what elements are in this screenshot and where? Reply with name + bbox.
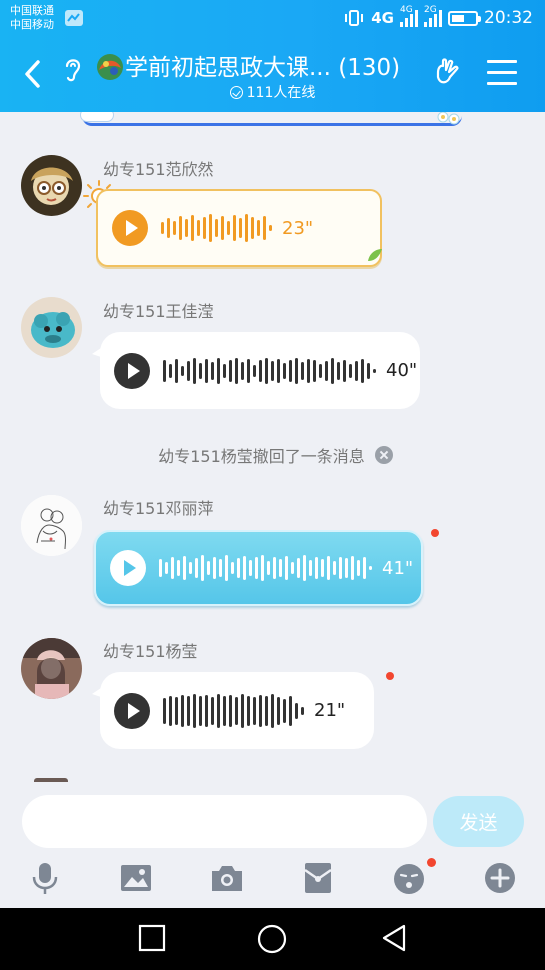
flower-decoration	[437, 112, 460, 125]
voice-duration: 40"	[386, 360, 418, 381]
recent-apps-icon[interactable]	[138, 924, 166, 952]
avatar-image	[21, 297, 82, 358]
voice-message-bubble[interactable]: 23"	[96, 189, 382, 267]
voice-message-bubble[interactable]: 40"	[92, 332, 420, 409]
waveform	[163, 356, 376, 386]
back-icon[interactable]	[380, 924, 408, 952]
waveform	[163, 693, 304, 728]
member-count: (130)	[338, 55, 401, 81]
status-bar: 中国联通 中国移动 4G 4G 2G 20:32	[0, 0, 545, 38]
sender-name: 幼专151邓丽萍	[103, 499, 214, 518]
camera-icon[interactable]	[209, 860, 245, 896]
waveform	[161, 213, 272, 243]
voice-duration: 41"	[382, 557, 414, 579]
avatar-image	[21, 495, 82, 556]
emoji-notification-dot	[427, 858, 436, 867]
network-type-2: 4G	[400, 5, 413, 15]
sender-name: 幼专151范欣然	[103, 160, 214, 179]
play-icon[interactable]	[114, 692, 150, 729]
network-type-3: 2G	[424, 5, 437, 15]
network-type-1: 4G	[371, 9, 394, 27]
clock: 20:32	[484, 8, 533, 28]
sender-name: 幼专151杨莹	[103, 642, 198, 661]
online-count: 111人在线	[246, 85, 316, 101]
avatar[interactable]	[21, 297, 82, 358]
signal-2: 2G	[424, 5, 442, 27]
play-icon[interactable]	[110, 550, 146, 586]
waveform	[159, 553, 372, 583]
avatar[interactable]	[21, 495, 82, 556]
home-icon[interactable]	[257, 924, 287, 954]
send-button[interactable]: 发送	[433, 796, 524, 847]
chat-title[interactable]: 学前初起思政大课... (130)	[125, 48, 400, 82]
carrier-1: 中国联通	[10, 4, 54, 17]
avatar-image	[21, 155, 82, 216]
app-notification-icon	[65, 10, 83, 26]
play-icon[interactable]	[114, 352, 150, 389]
status-indicators: 4G 4G 2G 20:32	[343, 5, 533, 30]
vibrate-icon	[345, 10, 364, 26]
cloud-decoration	[80, 112, 114, 122]
group-avatar	[97, 54, 123, 80]
recall-text: 幼专151杨莹撤回了一条消息	[158, 447, 365, 466]
signal-1: 4G	[400, 5, 418, 27]
input-bar: 发送	[0, 782, 545, 908]
previous-message-bubble	[80, 112, 462, 126]
carrier-2: 中国移动	[10, 18, 54, 31]
system-navigation-bar	[0, 908, 545, 970]
sender-name: 幼专151王佳滢	[103, 302, 214, 321]
avatar[interactable]	[21, 638, 82, 699]
voice-message-bubble[interactable]: 41"	[94, 530, 423, 606]
microphone-icon[interactable]	[27, 860, 63, 896]
image-icon[interactable]	[118, 860, 154, 896]
check-circle-icon	[229, 85, 243, 99]
battery-icon	[448, 10, 481, 26]
top-bar: 中国联通 中国移动 4G 4G 2G 20:32 学前初起思政大课... (13…	[0, 0, 545, 112]
voice-duration: 23"	[282, 217, 314, 239]
chat-header: 学前初起思政大课... (130) 111人在线	[0, 40, 545, 112]
recall-notice: 幼专151杨莹撤回了一条消息	[0, 443, 545, 467]
menu-icon[interactable]	[487, 60, 517, 86]
voice-message-bubble[interactable]: 21"	[92, 672, 374, 749]
group-name: 学前初起思政大课...	[125, 55, 331, 81]
message-list[interactable]: 幼专151范欣然 23" 幼专151王佳滢 40" 幼专151杨莹撤回了一条消息…	[0, 112, 545, 782]
plus-icon[interactable]	[482, 860, 518, 896]
input-toolbar	[0, 858, 545, 900]
red-packet-icon[interactable]	[300, 860, 336, 896]
avatar[interactable]	[21, 155, 82, 216]
emoji-icon[interactable]	[391, 860, 427, 896]
message-input[interactable]	[22, 795, 427, 848]
ear-icon[interactable]	[62, 54, 84, 84]
unread-dot	[386, 672, 394, 680]
unread-dot	[431, 529, 439, 537]
leaf-decoration-icon	[368, 249, 382, 261]
carrier-info: 中国联通 中国移动	[10, 4, 54, 32]
play-icon[interactable]	[112, 210, 148, 246]
hand-gesture-icon[interactable]	[432, 57, 464, 89]
voice-duration: 21"	[314, 700, 346, 721]
close-icon[interactable]	[374, 446, 393, 464]
avatar-image	[21, 638, 82, 699]
